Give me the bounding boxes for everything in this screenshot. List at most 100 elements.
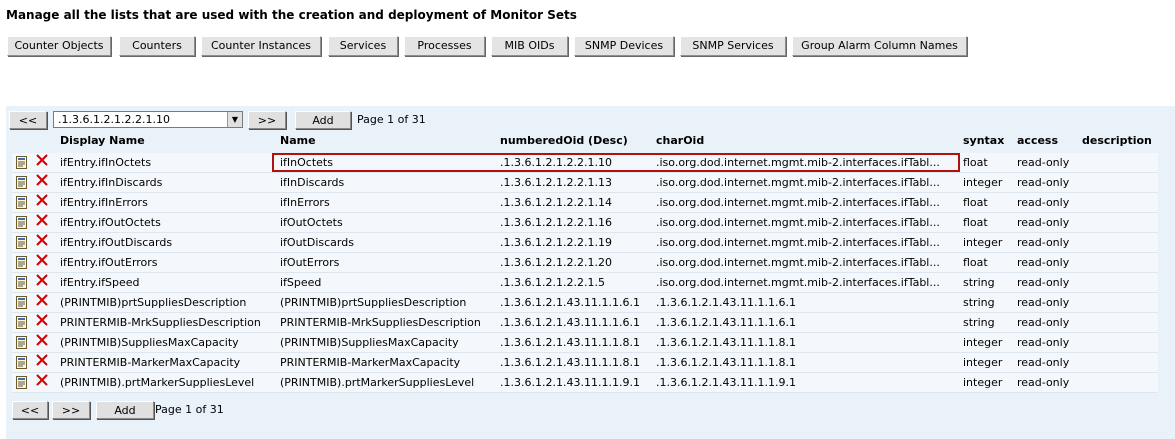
cell-syntax: integer	[963, 336, 1003, 349]
edit-document-icon[interactable]	[16, 196, 27, 209]
cell-display-name: ifEntry.ifOutDiscards	[60, 236, 173, 249]
cell-display-name: ifEntry.ifInDiscards	[60, 176, 163, 189]
cell-syntax: integer	[963, 176, 1003, 189]
cell-access: read-only	[1017, 216, 1070, 229]
cell-name: (PRINTMIB)SuppliesMaxCapacity	[280, 336, 459, 349]
table-row[interactable]: PRINTERMIB-MarkerMaxCapacity PRINTERMIB-M…	[12, 353, 1158, 373]
next-page-button-bottom[interactable]: >>	[52, 401, 90, 419]
cell-access: read-only	[1017, 256, 1070, 269]
delete-x-icon[interactable]	[36, 194, 48, 207]
cell-display-name: ifEntry.ifOutOctets	[60, 216, 161, 229]
edit-document-icon[interactable]	[16, 216, 27, 229]
cell-access: read-only	[1017, 196, 1070, 209]
table-row[interactable]: ifEntry.ifInErrors ifInErrors .1.3.6.1.2.1…	[12, 193, 1158, 213]
cell-access: read-only	[1017, 336, 1070, 349]
delete-x-icon[interactable]	[36, 254, 48, 267]
edit-document-icon[interactable]	[16, 336, 27, 349]
cell-display-name: (PRINTMIB)prtSuppliesDescription	[60, 296, 247, 309]
cell-access: read-only	[1017, 276, 1070, 289]
cell-char-oid: .1.3.6.1.2.1.43.11.1.1.9.1	[656, 376, 796, 389]
cell-numbered-oid: .1.3.6.1.2.1.2.2.1.10	[500, 156, 612, 169]
delete-x-icon[interactable]	[36, 354, 48, 367]
cell-access: read-only	[1017, 176, 1070, 189]
cell-access: read-only	[1017, 236, 1070, 249]
cell-char-oid: .1.3.6.1.2.1.43.11.1.1.8.1	[656, 356, 796, 369]
cell-char-oid: .iso.org.dod.internet.mgmt.mib-2.interfa…	[656, 276, 940, 289]
delete-x-icon[interactable]	[36, 174, 48, 187]
oid-select[interactable]: .1.3.6.1.2.1.2.2.1.10 ▼	[53, 111, 243, 128]
edit-document-icon[interactable]	[16, 176, 27, 189]
tab-counter-instances[interactable]: Counter Instances	[201, 36, 321, 56]
table-row[interactable]: ifEntry.ifInDiscards ifInDiscards .1.3.6.1…	[12, 173, 1158, 193]
tab-counter-objects[interactable]: Counter Objects	[7, 36, 111, 56]
prev-page-button[interactable]: <<	[9, 111, 47, 129]
header-syntax: syntax	[963, 134, 1005, 147]
table-row[interactable]: (PRINTMIB).prtMarkerSuppliesLevel (PRINTM…	[12, 373, 1158, 393]
add-button-bottom[interactable]: Add	[96, 401, 154, 419]
cell-char-oid: .iso.org.dod.internet.mgmt.mib-2.interfa…	[656, 176, 940, 189]
cell-numbered-oid: .1.3.6.1.2.1.2.2.1.5	[500, 276, 605, 289]
table-row[interactable]: ifEntry.ifInOctets ifInOctets .1.3.6.1.2.1…	[12, 153, 1158, 173]
cell-name: ifSpeed	[280, 276, 322, 289]
edit-document-icon[interactable]	[16, 296, 27, 309]
cell-name: (PRINTMIB)prtSuppliesDescription	[280, 296, 467, 309]
cell-char-oid: .iso.org.dod.internet.mgmt.mib-2.interfa…	[656, 196, 940, 209]
table-row[interactable]: PRINTERMIB-MrkSuppliesDescription PRINTER…	[12, 313, 1158, 333]
edit-document-icon[interactable]	[16, 276, 27, 289]
delete-x-icon[interactable]	[36, 374, 48, 387]
delete-x-icon[interactable]	[36, 274, 48, 287]
header-char-oid: charOid	[656, 134, 705, 147]
cell-access: read-only	[1017, 376, 1070, 389]
tab-counters[interactable]: Counters	[119, 36, 195, 56]
header-description: description	[1082, 134, 1152, 147]
table-row[interactable]: (PRINTMIB)SuppliesMaxCapacity (PRINTMIB)S…	[12, 333, 1158, 353]
add-button[interactable]: Add	[295, 111, 351, 129]
tab-snmp-devices[interactable]: SNMP Devices	[574, 36, 674, 56]
prev-page-button-bottom[interactable]: <<	[12, 401, 48, 419]
edit-document-icon[interactable]	[16, 316, 27, 329]
delete-x-icon[interactable]	[36, 314, 48, 327]
edit-document-icon[interactable]	[16, 356, 27, 369]
cell-syntax: string	[963, 316, 995, 329]
delete-x-icon[interactable]	[36, 154, 48, 167]
page-indicator: Page 1 of 31	[357, 113, 426, 126]
delete-x-icon[interactable]	[36, 334, 48, 347]
edit-document-icon[interactable]	[16, 236, 27, 249]
table-row[interactable]: ifEntry.ifSpeed ifSpeed .1.3.6.1.2.1.2.2.1…	[12, 273, 1158, 293]
cell-syntax: float	[963, 216, 988, 229]
edit-document-icon[interactable]	[16, 256, 27, 269]
cell-numbered-oid: .1.3.6.1.2.1.2.2.1.14	[500, 196, 612, 209]
cell-name: ifOutErrors	[280, 256, 340, 269]
delete-x-icon[interactable]	[36, 234, 48, 247]
tab-group-alarm-column-names[interactable]: Group Alarm Column Names	[792, 36, 967, 56]
table-row[interactable]: ifEntry.ifOutOctets ifOutOctets .1.3.6.1.2…	[12, 213, 1158, 233]
cell-numbered-oid: .1.3.6.1.2.1.43.11.1.1.8.1	[500, 356, 640, 369]
cell-display-name: PRINTERMIB-MarkerMaxCapacity	[60, 356, 241, 369]
delete-x-icon[interactable]	[36, 214, 48, 227]
cell-numbered-oid: .1.3.6.1.2.1.2.2.1.19	[500, 236, 612, 249]
tab-snmp-services[interactable]: SNMP Services	[680, 36, 786, 56]
cell-syntax: float	[963, 196, 988, 209]
cell-display-name: PRINTERMIB-MrkSuppliesDescription	[60, 316, 261, 329]
cell-numbered-oid: .1.3.6.1.2.1.2.2.1.13	[500, 176, 612, 189]
table-row[interactable]: (PRINTMIB)prtSuppliesDescription (PRINTMI…	[12, 293, 1158, 313]
cell-name: ifOutDiscards	[280, 236, 354, 249]
table-row[interactable]: ifEntry.ifOutErrors ifOutErrors .1.3.6.1.2…	[12, 253, 1158, 273]
page-title: Manage all the lists that are used with …	[6, 8, 577, 22]
tab-mib-oids[interactable]: MIB OIDs	[491, 36, 568, 56]
cell-display-name: ifEntry.ifInOctets	[60, 156, 152, 169]
edit-document-icon[interactable]	[16, 376, 27, 389]
table-row[interactable]: ifEntry.ifOutDiscards ifOutDiscards .1.3.6…	[12, 233, 1158, 253]
cell-name: PRINTERMIB-MrkSuppliesDescription	[280, 316, 481, 329]
cell-syntax: string	[963, 276, 995, 289]
cell-access: read-only	[1017, 356, 1070, 369]
tab-services[interactable]: Services	[328, 36, 398, 56]
header-display-name: Display Name	[60, 134, 145, 147]
tab-processes[interactable]: Processes	[404, 36, 485, 56]
edit-document-icon[interactable]	[16, 156, 27, 169]
chevron-down-icon[interactable]: ▼	[227, 112, 242, 127]
cell-char-oid: .1.3.6.1.2.1.43.11.1.1.8.1	[656, 336, 796, 349]
delete-x-icon[interactable]	[36, 294, 48, 307]
next-page-button[interactable]: >>	[248, 111, 286, 129]
header-numbered-oid[interactable]: numberedOid (Desc)	[500, 134, 628, 147]
